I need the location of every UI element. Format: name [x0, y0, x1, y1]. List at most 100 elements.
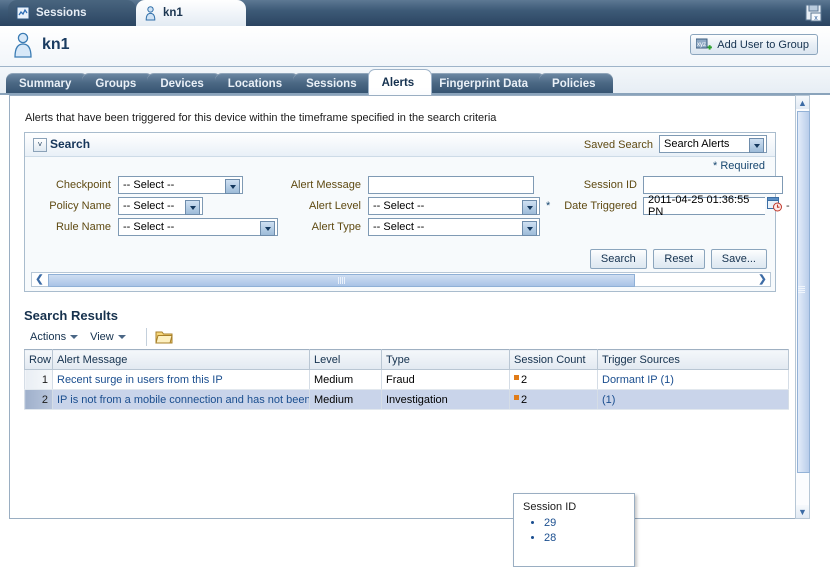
column-header-session-count[interactable]: Session Count — [509, 349, 598, 370]
results-table: Row Alert Message Level Type Session Count Tr… — [24, 349, 789, 410]
session-id-label: Session ID — [583, 179, 637, 191]
cell-type: Investigation — [381, 389, 510, 410]
date-triggered-input[interactable]: 2011-04-25 01:36:55 PN — [643, 194, 765, 218]
search-results-title: Search Results — [24, 308, 118, 323]
table-header-row: Row Alert Message Level Type Session Count Tr… — [24, 349, 789, 370]
save-search-button[interactable]: Save... — [710, 249, 767, 269]
date-triggered-required-marker: * — [546, 200, 551, 212]
tab-label: Fingerprint Data — [439, 78, 529, 90]
tab-label: Alerts — [381, 76, 415, 89]
policy-name-select[interactable]: -- Select -- — [118, 197, 203, 215]
column-header-row[interactable]: Row — [24, 349, 53, 370]
cell-alert-message: Recent surge in users from this IP — [52, 369, 310, 390]
calendar-icon[interactable] — [767, 196, 782, 212]
tab-summary[interactable]: Summary — [6, 73, 89, 95]
cell-row: 2 — [24, 389, 53, 410]
date-range-dash: - — [786, 200, 790, 212]
table-row[interactable]: 1 Recent surge in users from this IP Mediu… — [24, 369, 789, 390]
report-icon — [16, 6, 30, 20]
alert-type-label: Alert Type — [311, 221, 361, 233]
tab-label: Devices — [160, 78, 204, 90]
search-horizontal-scrollbar[interactable]: ❮ ❯ — [31, 272, 771, 287]
content-vertical-scrollbar[interactable]: ▲ ▼ — [795, 95, 810, 519]
cell-session-count: 2 — [509, 369, 598, 390]
alert-message-value[interactable]: IP is not from a mobile connection and h… — [57, 394, 309, 406]
dirty-marker-icon — [514, 374, 519, 380]
scroll-down-icon[interactable]: ▼ — [796, 505, 809, 518]
tab-label: Policies — [552, 78, 596, 90]
tab-sessions[interactable]: Sessions — [293, 73, 374, 95]
chevron-down-icon — [70, 335, 79, 339]
saved-search-label: Saved Search — [583, 139, 653, 151]
search-title: Search — [50, 137, 91, 151]
page-description: Alerts that have been triggered for this… — [25, 112, 497, 124]
window-tab-sessions[interactable]: Sessions — [8, 0, 136, 26]
cell-trigger-sources: (1) — [597, 389, 789, 410]
view-menu[interactable]: View — [90, 331, 126, 343]
trigger-sources-value[interactable]: (1) — [602, 394, 615, 406]
saved-search-value: Search Alerts — [664, 138, 730, 150]
table-row[interactable]: 2 IP is not from a mobile connection and … — [24, 389, 789, 410]
folder-icon[interactable] — [155, 329, 173, 345]
tab-label: Summary — [19, 78, 72, 90]
svg-text:x: x — [814, 15, 818, 22]
actions-menu-label: Actions — [30, 331, 67, 343]
rule-name-select[interactable]: -- Select -- — [118, 218, 278, 236]
session-id-item[interactable]: 29 — [544, 516, 634, 531]
scroll-up-icon[interactable]: ▲ — [796, 96, 809, 109]
application-window: Sessions kn1 x kn1 xyz Add User to Group… — [0, 0, 830, 567]
alert-message-input[interactable] — [368, 176, 534, 194]
checkpoint-select[interactable]: -- Select -- — [118, 176, 243, 194]
cell-alert-message: IP is not from a mobile connection and h… — [52, 389, 310, 410]
chevron-down-icon — [117, 335, 126, 339]
search-button[interactable]: Search — [589, 249, 647, 269]
reset-button[interactable]: Reset — [652, 249, 705, 269]
chevron-down-icon — [522, 200, 537, 215]
alert-level-select[interactable]: -- Select -- — [368, 197, 540, 215]
alert-message-value[interactable]: Recent surge in users from this IP — [57, 374, 223, 386]
alert-type-select[interactable]: -- Select -- — [368, 218, 540, 236]
session-id-input[interactable] — [643, 176, 783, 194]
user-icon — [14, 32, 32, 58]
scroll-left-icon[interactable]: ❮ — [32, 273, 47, 286]
chevron-down-icon — [749, 138, 764, 153]
session-count-value: 2 — [521, 373, 528, 386]
search-disclosure-toggle[interactable]: ˅ — [33, 138, 47, 152]
tab-groups[interactable]: Groups — [82, 73, 154, 95]
session-id-item[interactable]: 28 — [544, 531, 634, 546]
add-user-to-group-label: Add User to Group — [717, 38, 809, 51]
scroll-right-icon[interactable]: ❯ — [755, 273, 770, 286]
scroll-grip-icon — [798, 286, 805, 294]
chevron-down-icon — [185, 200, 200, 215]
tab-policies[interactable]: Policies — [539, 73, 613, 95]
tab-alerts[interactable]: Alerts — [367, 69, 433, 95]
tab-fingerprint-data[interactable]: Fingerprint Data — [426, 73, 546, 95]
tab-locations[interactable]: Locations — [214, 73, 300, 95]
horizontal-scroll-thumb[interactable] — [48, 274, 635, 287]
column-header-level[interactable]: Level — [309, 349, 382, 370]
column-header-trigger-sources[interactable]: Trigger Sources — [597, 349, 789, 370]
trigger-sources-value[interactable]: Dormant IP (1) — [602, 374, 674, 386]
column-header-alert-message[interactable]: Alert Message — [52, 349, 310, 370]
actions-menu[interactable]: Actions — [30, 331, 79, 343]
save-disk-icon[interactable]: x — [804, 3, 824, 23]
toolbar-divider — [145, 328, 147, 346]
user-icon — [145, 5, 156, 20]
results-toolbar: Actions View — [30, 326, 173, 348]
session-count-value: 2 — [521, 393, 528, 406]
identity-block: kn1 — [12, 32, 70, 58]
cell-level: Medium — [309, 369, 382, 390]
search-button-row: Search Reset Save... — [589, 249, 767, 269]
window-tab-kn1[interactable]: kn1 — [136, 0, 246, 26]
saved-search-select[interactable]: Search Alerts — [659, 135, 767, 153]
cell-type: Fraud — [381, 369, 510, 390]
row-value: 1 — [41, 373, 48, 386]
required-note: * Required — [713, 160, 765, 172]
tab-devices[interactable]: Devices — [147, 73, 221, 95]
content-panel: Alerts that have been triggered for this… — [9, 95, 801, 567]
column-header-type[interactable]: Type — [381, 349, 510, 370]
window-tab-label: kn1 — [163, 7, 183, 19]
add-user-to-group-button[interactable]: xyz Add User to Group — [690, 34, 818, 55]
alert-level-value: -- Select -- — [373, 200, 425, 212]
dirty-marker-icon — [514, 394, 519, 400]
